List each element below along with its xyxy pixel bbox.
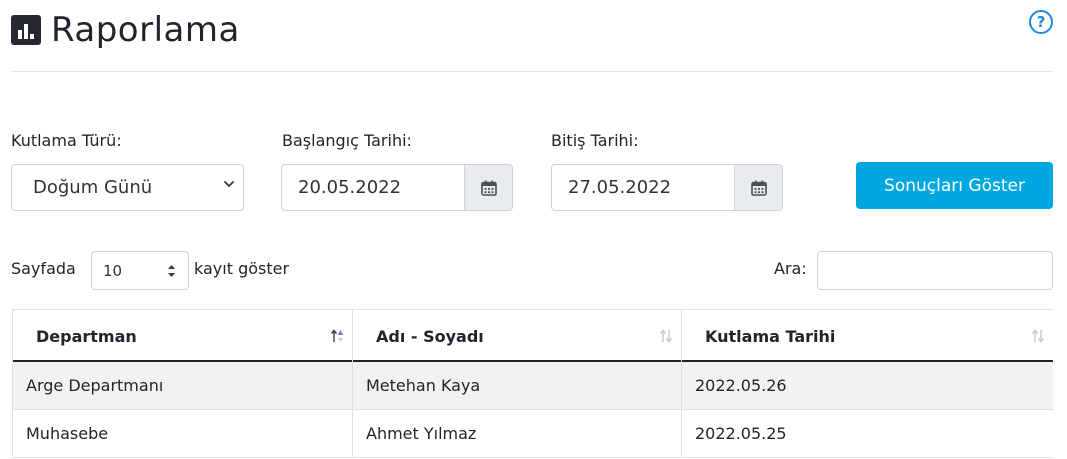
table-row[interactable]: Muhasebe Ahmet Yılmaz 2022.05.25 [12, 410, 1053, 458]
show-results-button[interactable]: Sonuçları Göster [856, 162, 1053, 209]
cell-department: Muhasebe [12, 410, 352, 457]
results-table: Departman Adı - Soyadı Kutlama Tarihi Ar… [12, 309, 1053, 458]
column-header-department[interactable]: Departman [12, 310, 352, 363]
chevron-down-icon [224, 181, 234, 187]
sort-icon [659, 329, 673, 343]
start-date-input[interactable]: 20.05.2022 [282, 165, 464, 210]
start-date-field[interactable]: 20.05.2022 [281, 164, 513, 211]
celebration-type-value: Doğum Günü [33, 177, 153, 198]
start-date-calendar-button[interactable] [464, 165, 512, 210]
page-size-suffix: kayıt göster [194, 259, 290, 278]
cell-department: Arge Departmanı [12, 362, 352, 409]
help-icon[interactable]: ? [1029, 10, 1053, 34]
bar-chart-icon [11, 15, 41, 45]
search-label: Ara: [774, 259, 807, 278]
calendar-icon [480, 180, 497, 196]
table-row[interactable]: Arge Departmanı Metehan Kaya 2022.05.26 [12, 362, 1053, 410]
page-size-select[interactable]: 10 [91, 251, 189, 290]
cell-date: 2022.05.25 [681, 410, 1053, 457]
search-input[interactable] [817, 251, 1053, 290]
page-title: Raporlama [51, 10, 240, 50]
cell-name: Metehan Kaya [352, 362, 681, 409]
celebration-type-label: Kutlama Türü: [11, 131, 122, 150]
sort-icon [1031, 329, 1045, 343]
celebration-type-select[interactable]: Doğum Günü [11, 164, 244, 211]
end-date-input[interactable]: 27.05.2022 [552, 165, 734, 210]
cell-name: Ahmet Yılmaz [352, 410, 681, 457]
end-date-label: Bitiş Tarihi: [551, 131, 639, 150]
header-divider [11, 71, 1053, 72]
page-size-value: 10 [103, 261, 123, 280]
calendar-icon [750, 180, 767, 196]
start-date-label: Başlangıç Tarihi: [282, 131, 412, 150]
sort-updown-icon [168, 265, 175, 277]
report-page: Raporlama ? Kutlama Türü: Başlangıç Tari… [0, 0, 1067, 459]
page-size-prefix: Sayfada [11, 259, 76, 278]
sort-asc-icon [330, 329, 344, 342]
end-date-calendar-button[interactable] [734, 165, 782, 210]
column-header-name[interactable]: Adı - Soyadı [352, 310, 681, 363]
table-header-row: Departman Adı - Soyadı Kutlama Tarihi [12, 309, 1053, 363]
cell-date: 2022.05.26 [681, 362, 1053, 409]
end-date-field[interactable]: 27.05.2022 [551, 164, 783, 211]
page-header: Raporlama [11, 8, 240, 52]
column-header-celebration-date[interactable]: Kutlama Tarihi [681, 310, 1053, 363]
